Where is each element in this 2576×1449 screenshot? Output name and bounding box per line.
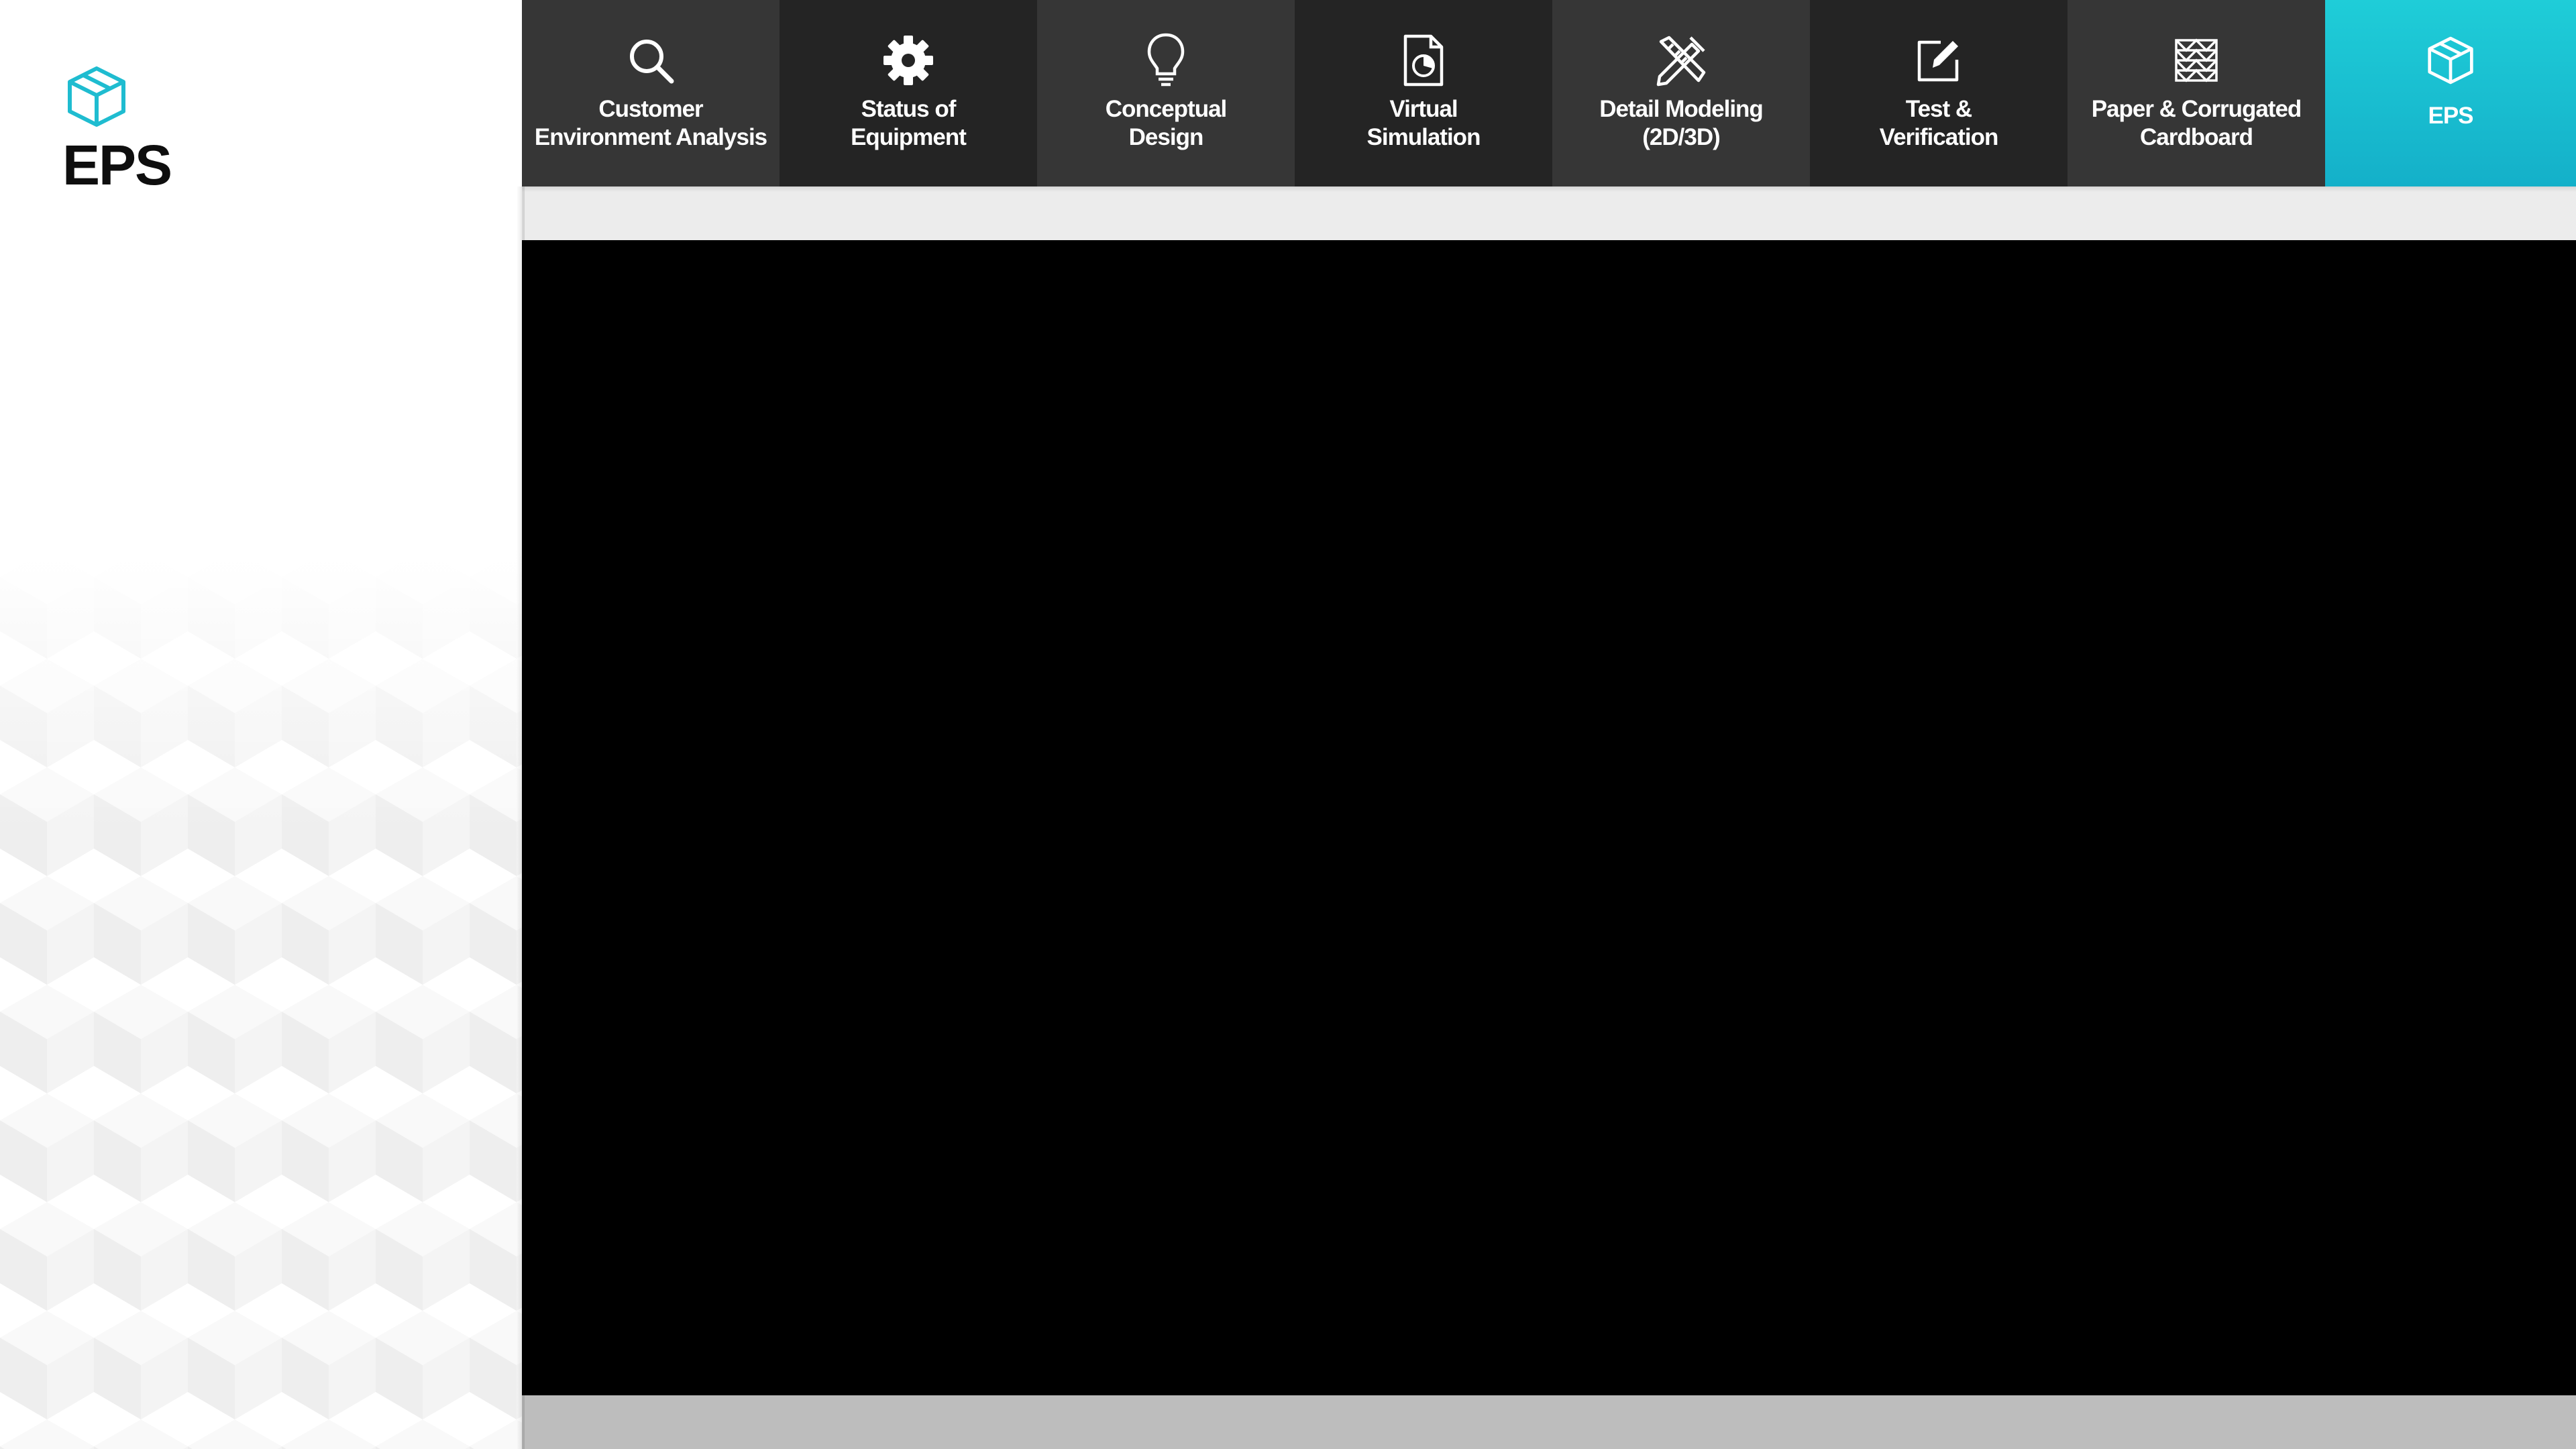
nav-item-test-verification[interactable]: Test & Verification <box>1810 0 2068 186</box>
nav-item-virtual-simulation[interactable]: Virtual Simulation <box>1295 0 1552 186</box>
nav-item-status-of-equipment[interactable]: Status of Equipment <box>780 0 1037 186</box>
pencil-ruler-icon <box>1652 31 1711 90</box>
nav-item-label: Conceptual Design <box>1105 96 1228 150</box>
edit-icon <box>1909 31 1968 90</box>
brand-title: EPS <box>62 133 172 197</box>
content-viewport[interactable] <box>522 240 2576 1395</box>
nav-item-eps[interactable]: EPS <box>2325 0 2576 186</box>
gear-icon <box>879 31 938 90</box>
search-icon <box>621 31 680 90</box>
nav-item-label: EPS <box>2428 103 2473 129</box>
corrugated-grid-icon <box>2167 31 2226 90</box>
cube-icon <box>66 64 127 129</box>
nav-item-label: Virtual Simulation <box>1366 96 1481 150</box>
nav-item-label: Status of Equipment <box>851 96 967 150</box>
document-chart-icon <box>1394 31 1453 90</box>
bottom-bar <box>522 1395 2576 1449</box>
nav-item-conceptual-design[interactable]: Conceptual Design <box>1037 0 1295 186</box>
nav-item-paper-corrugated-cardboard[interactable]: Paper & Corrugated Cardboard <box>2068 0 2325 186</box>
nav-item-detail-modeling[interactable]: Detail Modeling (2D/3D) <box>1552 0 1810 186</box>
content-toolbar-strip <box>522 186 2576 240</box>
nav-item-label: Detail Modeling (2D/3D) <box>1599 96 1764 150</box>
top-navigation: Customer Environment Analysis Status of <box>522 0 2576 186</box>
lightbulb-icon <box>1136 31 1195 90</box>
nav-item-customer-environment-analysis[interactable]: Customer Environment Analysis <box>522 0 780 186</box>
cube-icon <box>2421 31 2480 90</box>
sidebar: EPS <box>0 0 522 1449</box>
nav-item-label: Paper & Corrugated Cardboard <box>2091 96 2302 150</box>
nav-item-label: Test & Verification <box>1879 96 1999 150</box>
nav-item-label: Customer Environment Analysis <box>534 96 767 150</box>
